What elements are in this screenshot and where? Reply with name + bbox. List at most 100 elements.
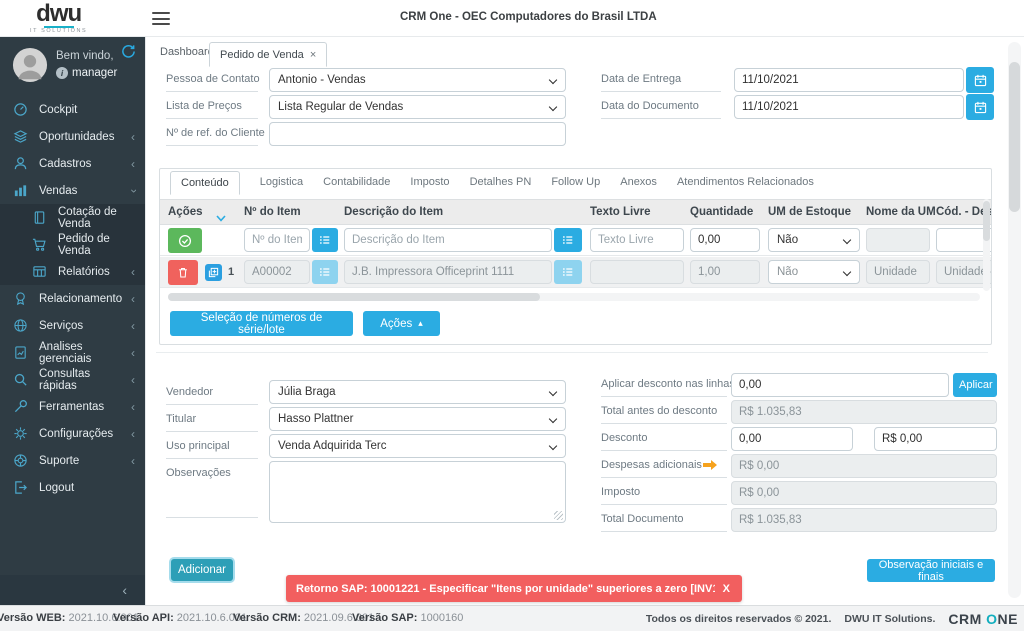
tab-logistica[interactable]: Logistica <box>260 176 303 188</box>
username: manager <box>72 67 117 79</box>
data-entrega-calendar-button[interactable] <box>966 67 994 93</box>
vendedor-select[interactable]: Júlia Braga <box>269 380 566 404</box>
data-documento-input[interactable] <box>734 95 964 119</box>
duplicate-row-button[interactable] <box>205 264 222 281</box>
vscroll-thumb[interactable] <box>983 201 990 241</box>
entry-descricao-input[interactable] <box>344 228 552 252</box>
col-texto-livre: Texto Livre <box>590 200 651 225</box>
page-scroll-thumb[interactable] <box>1009 62 1020 212</box>
entry-item-list-button[interactable] <box>312 228 338 252</box>
delete-row-button[interactable] <box>168 260 198 285</box>
versao-api: Versão API: 2021.10.6.001 <box>113 612 247 624</box>
entry-item-input[interactable] <box>244 228 310 252</box>
confirm-row-button[interactable] <box>168 228 202 253</box>
main-content: Dashboard Pedido de Venda × Pessoa de Co… <box>145 37 1024 605</box>
sidebar-item-relacionamento[interactable]: Relacionamento ‹ <box>0 285 145 312</box>
acoes-button[interactable]: Ações ▴ <box>363 311 440 336</box>
tab-contabilidade[interactable]: Contabilidade <box>323 176 390 188</box>
analytics-doc-icon <box>13 345 28 360</box>
row-index: 1 <box>228 266 234 278</box>
pessoa-contato-select[interactable]: Antonio - Vendas <box>269 68 566 92</box>
tab-conteudo[interactable]: Conteúdo <box>170 171 240 195</box>
observacoes-label: Observações <box>166 467 258 485</box>
uso-principal-select[interactable]: Venda Adquirida Terc <box>269 434 566 458</box>
chevron-left-icon: ‹ <box>131 428 135 440</box>
sidebar-item-servicos[interactable]: Serviços ‹ <box>0 312 145 339</box>
aplicar-desconto-input[interactable] <box>731 373 949 397</box>
sidebar-item-oportunidades[interactable]: Oportunidades ‹ <box>0 123 145 150</box>
tab-follow-up[interactable]: Follow Up <box>551 176 600 188</box>
tab-dashboard[interactable]: Dashboard <box>160 46 214 58</box>
sidebar-item-consultas-rapidas[interactable]: Consultas rápidas ‹ <box>0 366 145 393</box>
titular-select[interactable]: Hasso Plattner <box>269 407 566 431</box>
entry-um-estoque-select[interactable]: Não <box>768 228 860 252</box>
sap-error-toast: Retorno SAP: 10001221 - Especificar "Ite… <box>286 575 742 602</box>
despesas-arrow-icon[interactable] <box>702 458 718 476</box>
data-documento-label: Data do Documento <box>601 100 721 119</box>
sidebar-item-ferramentas[interactable]: Ferramentas ‹ <box>0 393 145 420</box>
tab-imposto[interactable]: Imposto <box>410 176 449 188</box>
chevron-left-icon: ‹ <box>131 158 135 170</box>
serie-lote-button[interactable]: Seleção de números de série/lote <box>170 311 353 336</box>
col-acoes: Ações <box>168 200 203 225</box>
sidebar-item-label: Pedido de Venda <box>58 233 135 257</box>
row-quantidade-input <box>690 260 760 284</box>
hamburger-menu-icon[interactable] <box>152 12 170 29</box>
toast-close-button[interactable]: X <box>715 583 742 595</box>
sidebar-item-relatorios[interactable]: Relatórios ‹ <box>0 258 145 285</box>
entry-texto-livre-input[interactable] <box>590 228 684 252</box>
award-icon <box>13 291 28 306</box>
total-antes-label: Total antes do desconto <box>601 405 727 424</box>
tab-close-icon[interactable]: × <box>310 49 316 61</box>
entry-quantidade-input[interactable] <box>690 228 760 252</box>
sidebar: Bem vindo, i manager Cockpit Oportunidad… <box>0 37 145 605</box>
sidebar-collapse-button[interactable]: ‹ <box>0 575 145 605</box>
list-icon <box>319 266 331 278</box>
row-um-estoque-select[interactable]: Não <box>768 260 860 284</box>
tab-anexos[interactable]: Anexos <box>620 176 657 188</box>
data-entrega-input[interactable] <box>734 68 964 92</box>
rights-text: Todos os direitos reservados © 2021. <box>646 613 832 625</box>
sidebar-item-cockpit[interactable]: Cockpit <box>0 96 145 123</box>
tab-pedido-de-venda[interactable]: Pedido de Venda × <box>209 42 327 67</box>
hscroll-thumb[interactable] <box>168 293 540 301</box>
tab-detalhes-pn[interactable]: Detalhes PN <box>470 176 532 188</box>
chevron-left-icon: ‹ <box>131 266 135 278</box>
bar-chart-icon <box>13 183 28 198</box>
entry-descricao-list-button[interactable] <box>554 228 582 252</box>
chevron-left-icon: ‹ <box>131 347 135 359</box>
sidebar-item-suporte[interactable]: Suporte ‹ <box>0 447 145 474</box>
status-bar: Versão WEB: 2021.10.6.001 Versão API: 20… <box>0 605 1024 631</box>
sidebar-item-configuracoes[interactable]: Configurações ‹ <box>0 420 145 447</box>
row-texto-livre-input <box>590 260 684 284</box>
sidebar-item-cadastros[interactable]: Cadastros ‹ <box>0 150 145 177</box>
row-item-list-button[interactable] <box>312 260 338 284</box>
list-icon <box>319 234 331 246</box>
refresh-icon[interactable] <box>121 44 136 64</box>
observacao-finais-button[interactable]: Observação iniciais e finais <box>867 559 995 582</box>
desconto-valor-input[interactable] <box>874 427 997 451</box>
lista-precos-select[interactable]: Lista Regular de Vendas <box>269 95 566 119</box>
observacoes-textarea[interactable] <box>269 461 566 523</box>
aplicar-desconto-label: Aplicar desconto nas linhas <box>601 378 727 397</box>
user-panel: Bem vindo, i manager <box>0 37 145 96</box>
sidebar-item-analises-gerenciais[interactable]: Analises gerenciais ‹ <box>0 339 145 366</box>
adicionar-button[interactable]: Adicionar <box>169 557 235 583</box>
sidebar-item-logout[interactable]: Logout <box>0 474 145 501</box>
chevron-left-icon: ‹ <box>131 131 135 143</box>
desconto-percent-input[interactable] <box>731 427 853 451</box>
ref-cliente-input[interactable] <box>269 122 566 146</box>
tab-atendimentos-relacionados[interactable]: Atendimentos Relacionados <box>677 176 814 188</box>
table-entry-row: Não <box>160 225 992 256</box>
row-descricao-list-button[interactable] <box>554 260 582 284</box>
sidebar-item-cotacao-de-venda[interactable]: Cotação de Venda <box>0 204 145 231</box>
sidebar-item-pedido-de-venda[interactable]: Pedido de Venda <box>0 231 145 258</box>
row-descricao-input <box>344 260 552 284</box>
aplicar-button[interactable]: Aplicar <box>953 373 997 397</box>
entry-nome-um-input <box>866 228 930 252</box>
data-documento-calendar-button[interactable] <box>966 94 994 120</box>
sidebar-item-vendas[interactable]: Vendas ‹ <box>0 177 145 204</box>
sidebar-item-label: Vendas <box>39 185 77 197</box>
resize-grip[interactable] <box>554 511 563 520</box>
sidebar-item-label: Ferramentas <box>39 401 104 413</box>
